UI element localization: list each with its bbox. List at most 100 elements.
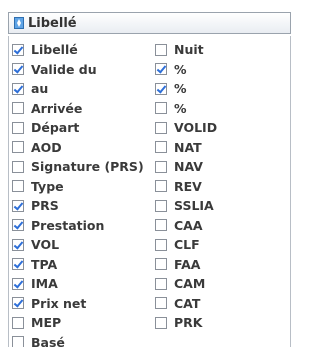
column-option-label: CLF [174, 237, 200, 253]
checkbox[interactable] [12, 277, 24, 290]
checkbox[interactable] [12, 43, 24, 56]
column-option[interactable]: SSLIA [155, 196, 217, 216]
column-option-label: % [174, 100, 187, 116]
column-option[interactable]: NAV [155, 157, 217, 177]
column-option[interactable]: Valide du [12, 60, 144, 80]
checkbox[interactable] [155, 297, 167, 310]
column-option[interactable]: au [12, 79, 144, 99]
column-option[interactable]: Basé [12, 333, 144, 347]
column-option-label: au [31, 81, 49, 97]
right-column: Nuit % % % VOLID NAT NAV REV SSLIA CAA C… [155, 40, 217, 333]
column-option-label: VOLID [174, 120, 218, 136]
column-option-label: CAM [174, 276, 206, 292]
column-option-label: Libellé [31, 42, 78, 58]
checkbox[interactable] [12, 82, 24, 95]
column-option-label: % [174, 61, 187, 77]
column-option-label: IMA [31, 276, 58, 292]
checkbox[interactable] [155, 199, 167, 212]
column-option-label: PRS [31, 198, 59, 214]
column-checkbox-list: Libellé Valide du au Arrivée Départ AOD … [8, 36, 291, 347]
checkbox[interactable] [155, 238, 167, 251]
column-option-label: PRK [174, 315, 203, 331]
checkbox[interactable] [12, 141, 24, 154]
column-header[interactable]: Libellé [8, 12, 291, 34]
column-option[interactable]: VOLID [155, 118, 217, 138]
checkbox[interactable] [12, 336, 24, 347]
column-option[interactable]: Type [12, 177, 144, 197]
checkbox[interactable] [12, 297, 24, 310]
checkbox[interactable] [155, 63, 167, 76]
checkbox[interactable] [155, 160, 167, 173]
checkbox[interactable] [12, 102, 24, 115]
column-option[interactable]: Signature (PRS) [12, 157, 144, 177]
column-option[interactable]: Arrivée [12, 99, 144, 119]
checkbox[interactable] [12, 121, 24, 134]
checkbox[interactable] [12, 258, 24, 271]
column-option[interactable]: VOL [12, 235, 144, 255]
column-option-label: VOL [31, 237, 60, 253]
checkbox[interactable] [155, 277, 167, 290]
checkbox[interactable] [155, 121, 167, 134]
column-option[interactable]: MEP [12, 313, 144, 333]
column-option[interactable]: % [155, 99, 217, 119]
column-option[interactable]: CLF [155, 235, 217, 255]
column-option[interactable]: Départ [12, 118, 144, 138]
column-option-label: Type [31, 178, 64, 194]
column-option[interactable]: Prix net [12, 294, 144, 314]
column-option-label: Basé [31, 334, 65, 347]
column-option-label: Prestation [31, 217, 105, 233]
column-option-label: NAT [174, 139, 202, 155]
checkbox[interactable] [12, 63, 24, 76]
column-option-label: REV [174, 178, 202, 194]
column-option[interactable]: AOD [12, 138, 144, 158]
column-option[interactable]: % [155, 60, 217, 80]
column-option[interactable]: IMA [12, 274, 144, 294]
column-option[interactable]: Nuit [155, 40, 217, 60]
checkbox[interactable] [155, 141, 167, 154]
checkbox[interactable] [155, 316, 167, 329]
column-chooser-panel: Libellé Libellé Valide du au Arrivée Dép… [0, 0, 299, 347]
checkbox[interactable] [155, 180, 167, 193]
column-option-label: MEP [31, 315, 62, 331]
column-option[interactable]: CAT [155, 294, 217, 314]
column-option[interactable]: Prestation [12, 216, 144, 236]
column-option-label: Prix net [31, 295, 87, 311]
sort-icon [14, 17, 24, 29]
checkbox[interactable] [155, 258, 167, 271]
checkbox[interactable] [155, 43, 167, 56]
column-option-label: Nuit [174, 42, 204, 58]
column-option-label: CAA [174, 217, 203, 233]
column-option-label: TPA [31, 256, 58, 272]
column-option-label: CAT [174, 295, 201, 311]
checkbox[interactable] [12, 316, 24, 329]
checkbox[interactable] [155, 102, 167, 115]
checkbox[interactable] [12, 199, 24, 212]
left-column: Libellé Valide du au Arrivée Départ AOD … [12, 40, 144, 347]
column-header-label: Libellé [28, 15, 77, 31]
column-option-label: Signature (PRS) [31, 159, 144, 175]
checkbox[interactable] [12, 219, 24, 232]
column-option[interactable]: Libellé [12, 40, 144, 60]
column-option[interactable]: TPA [12, 255, 144, 275]
column-option[interactable]: FAA [155, 255, 217, 275]
column-option[interactable]: CAA [155, 216, 217, 236]
column-option-label: Arrivée [31, 100, 83, 116]
column-option[interactable]: % [155, 79, 217, 99]
column-option-label: FAA [174, 256, 201, 272]
checkbox[interactable] [12, 160, 24, 173]
column-option-label: NAV [174, 159, 203, 175]
checkbox[interactable] [155, 219, 167, 232]
checkbox[interactable] [12, 238, 24, 251]
column-option[interactable]: REV [155, 177, 217, 197]
column-option-label: Valide du [31, 61, 97, 77]
checkbox[interactable] [155, 82, 167, 95]
column-option-label: % [174, 81, 187, 97]
column-option[interactable]: PRK [155, 313, 217, 333]
column-option-label: AOD [31, 139, 62, 155]
column-option-label: SSLIA [174, 198, 214, 214]
checkbox[interactable] [12, 180, 24, 193]
column-option[interactable]: CAM [155, 274, 217, 294]
column-option[interactable]: PRS [12, 196, 144, 216]
column-option[interactable]: NAT [155, 138, 217, 158]
column-option-label: Départ [31, 120, 80, 136]
